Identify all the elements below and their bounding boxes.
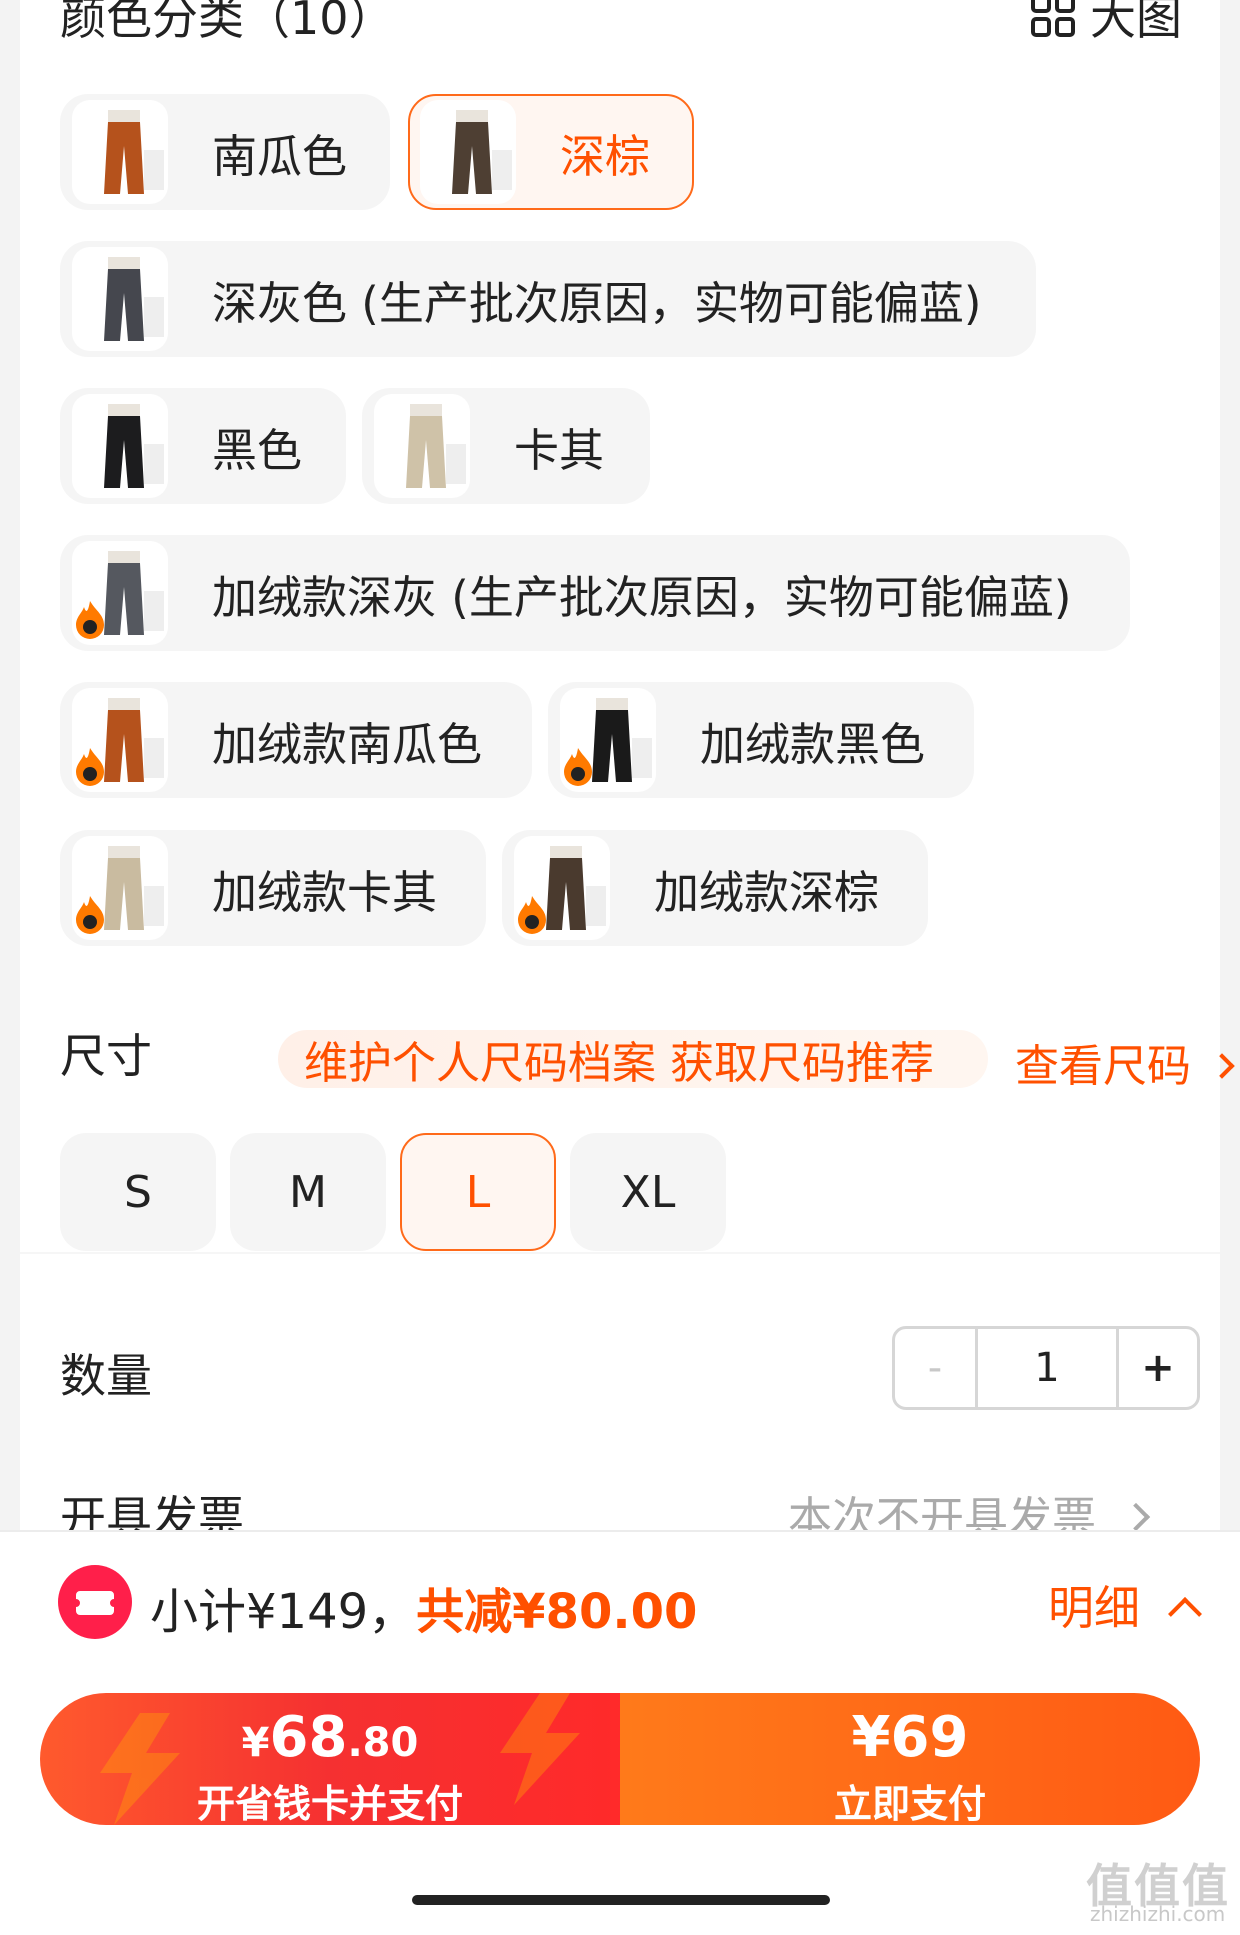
detail-toggle[interactable]: 明细 xyxy=(1048,1572,1202,1638)
color-chip-label: 加绒款卡其 xyxy=(212,865,438,919)
hang-tag xyxy=(586,886,606,926)
quantity-decrease-button[interactable]: - xyxy=(895,1329,978,1407)
product-thumbnail xyxy=(72,688,168,792)
watermark-url: zhizhizhi.com xyxy=(1090,1902,1226,1926)
size-profile-promo[interactable]: 维护个人尺码档案 获取尺码推荐 xyxy=(278,1030,988,1089)
pants-image xyxy=(104,404,144,488)
color-chip[interactable]: 加绒款卡其 xyxy=(60,830,486,946)
grid-icon xyxy=(1031,0,1075,37)
size-option-s[interactable]: S xyxy=(60,1133,216,1251)
hang-tag xyxy=(144,738,164,778)
pay-now-button[interactable]: ¥69 立即支付 xyxy=(620,1693,1200,1825)
view-large-image-toggle[interactable]: 大图 xyxy=(1030,0,1182,48)
color-chip[interactable]: 深棕 xyxy=(408,94,694,210)
hang-tag xyxy=(632,738,652,778)
hang-tag xyxy=(144,297,164,337)
fleece-flame-icon xyxy=(564,748,592,786)
view-large-image-label: 大图 xyxy=(1090,0,1182,45)
color-chip-label: 深棕 xyxy=(560,129,651,183)
savings-card-label: 开省钱卡并支付 xyxy=(196,1782,463,1825)
product-thumbnail xyxy=(374,394,470,498)
product-thumbnail xyxy=(72,836,168,940)
chevron-right-icon xyxy=(1209,1053,1235,1079)
pants-image xyxy=(104,257,144,341)
savings-card-price: ¥68.80 xyxy=(241,1705,419,1770)
color-chip-label: 黑色 xyxy=(212,423,303,477)
chevron-up-icon xyxy=(1167,1597,1202,1631)
color-chip-label: 深灰色 (生产批次原因，实物可能偏蓝) xyxy=(212,276,982,330)
pants-image xyxy=(546,846,586,930)
price-summary: 小计¥149，共减¥80.00 xyxy=(150,1572,697,1642)
product-thumbnail xyxy=(560,688,656,792)
color-chip-label: 南瓜色 xyxy=(212,129,348,183)
pay-now-price: ¥69 xyxy=(851,1705,969,1770)
chevron-right-icon xyxy=(1121,1502,1151,1532)
hang-tag xyxy=(492,150,512,190)
sku-panel: 颜色分类（10） 大图 南瓜色 深棕 深灰色 (生产批次原因，实物可能偏蓝) 黑… xyxy=(20,0,1235,1545)
fleece-flame-icon xyxy=(76,896,104,934)
hang-tag xyxy=(144,444,164,484)
divider xyxy=(20,1252,1220,1254)
size-profile-promo-text: 维护个人尺码档案 获取尺码推荐 xyxy=(304,1038,934,1089)
detail-label: 明细 xyxy=(1048,1581,1140,1635)
pay-with-savings-card-button[interactable]: ¥68.80 开省钱卡并支付 xyxy=(40,1693,620,1825)
subtotal-text: 小计¥149， xyxy=(150,1584,417,1640)
product-thumbnail xyxy=(514,836,610,940)
size-chart-link-label: 查看尺码 xyxy=(1015,1041,1191,1092)
hang-tag xyxy=(446,444,466,484)
quantity-input[interactable]: 1 xyxy=(978,1329,1119,1407)
quantity-increase-button[interactable]: + xyxy=(1119,1329,1197,1407)
top-divider xyxy=(0,1530,1240,1532)
product-thumbnail xyxy=(72,247,168,351)
size-option-l[interactable]: L xyxy=(400,1133,556,1251)
pants-image xyxy=(592,698,632,782)
color-chip-label: 加绒款黑色 xyxy=(700,717,926,771)
color-chip-label: 加绒款深灰 (生产批次原因，实物可能偏蓝) xyxy=(212,570,1072,624)
color-chip[interactable]: 加绒款深灰 (生产批次原因，实物可能偏蓝) xyxy=(60,535,1130,651)
pants-image xyxy=(104,551,144,635)
color-chip[interactable]: 深灰色 (生产批次原因，实物可能偏蓝) xyxy=(60,241,1036,357)
quantity-label: 数量 xyxy=(60,1349,152,1403)
home-indicator[interactable] xyxy=(412,1895,830,1905)
payment-bar: ¥68.80 开省钱卡并支付 ¥69 立即支付 xyxy=(40,1693,1200,1825)
checkout-footer: 小计¥149，共减¥80.00 明细 ¥68.80 开省钱卡并支付 ¥69 立即… xyxy=(0,1530,1240,1935)
hang-tag xyxy=(144,591,164,631)
color-chip[interactable]: 卡其 xyxy=(362,388,650,504)
product-thumbnail xyxy=(72,541,168,645)
size-section-title: 尺寸 xyxy=(60,1029,152,1083)
product-thumbnail xyxy=(72,394,168,498)
pants-image xyxy=(452,110,492,194)
color-chip[interactable]: 加绒款深棕 xyxy=(502,830,928,946)
fleece-flame-icon xyxy=(76,748,104,786)
color-chip-label: 卡其 xyxy=(514,423,605,477)
pants-image xyxy=(406,404,446,488)
size-option-m[interactable]: M xyxy=(230,1133,386,1251)
color-chip[interactable]: 加绒款黑色 xyxy=(548,682,974,798)
pants-image xyxy=(104,846,144,930)
hang-tag xyxy=(144,886,164,926)
pay-now-label: 立即支付 xyxy=(833,1782,986,1825)
color-section-title: 颜色分类（10） xyxy=(60,0,395,45)
color-chip[interactable]: 南瓜色 xyxy=(60,94,390,210)
hang-tag xyxy=(144,150,164,190)
pants-image xyxy=(104,110,144,194)
color-chip[interactable]: 加绒款南瓜色 xyxy=(60,682,532,798)
color-chip[interactable]: 黑色 xyxy=(60,388,346,504)
product-thumbnail xyxy=(72,100,168,204)
pants-image xyxy=(104,698,144,782)
fleece-flame-icon xyxy=(518,896,546,934)
color-chip-label: 加绒款深棕 xyxy=(654,865,880,919)
quantity-stepper[interactable]: - 1 + xyxy=(892,1326,1200,1410)
color-chip-label: 加绒款南瓜色 xyxy=(212,717,483,771)
size-option-xl[interactable]: XL xyxy=(570,1133,726,1251)
fleece-flame-icon xyxy=(76,601,104,639)
discount-text: 共减¥80.00 xyxy=(416,1584,698,1640)
size-chart-link[interactable]: 查看尺码 xyxy=(1015,1030,1235,1094)
product-thumbnail xyxy=(420,100,516,204)
coupon-icon xyxy=(58,1565,132,1639)
